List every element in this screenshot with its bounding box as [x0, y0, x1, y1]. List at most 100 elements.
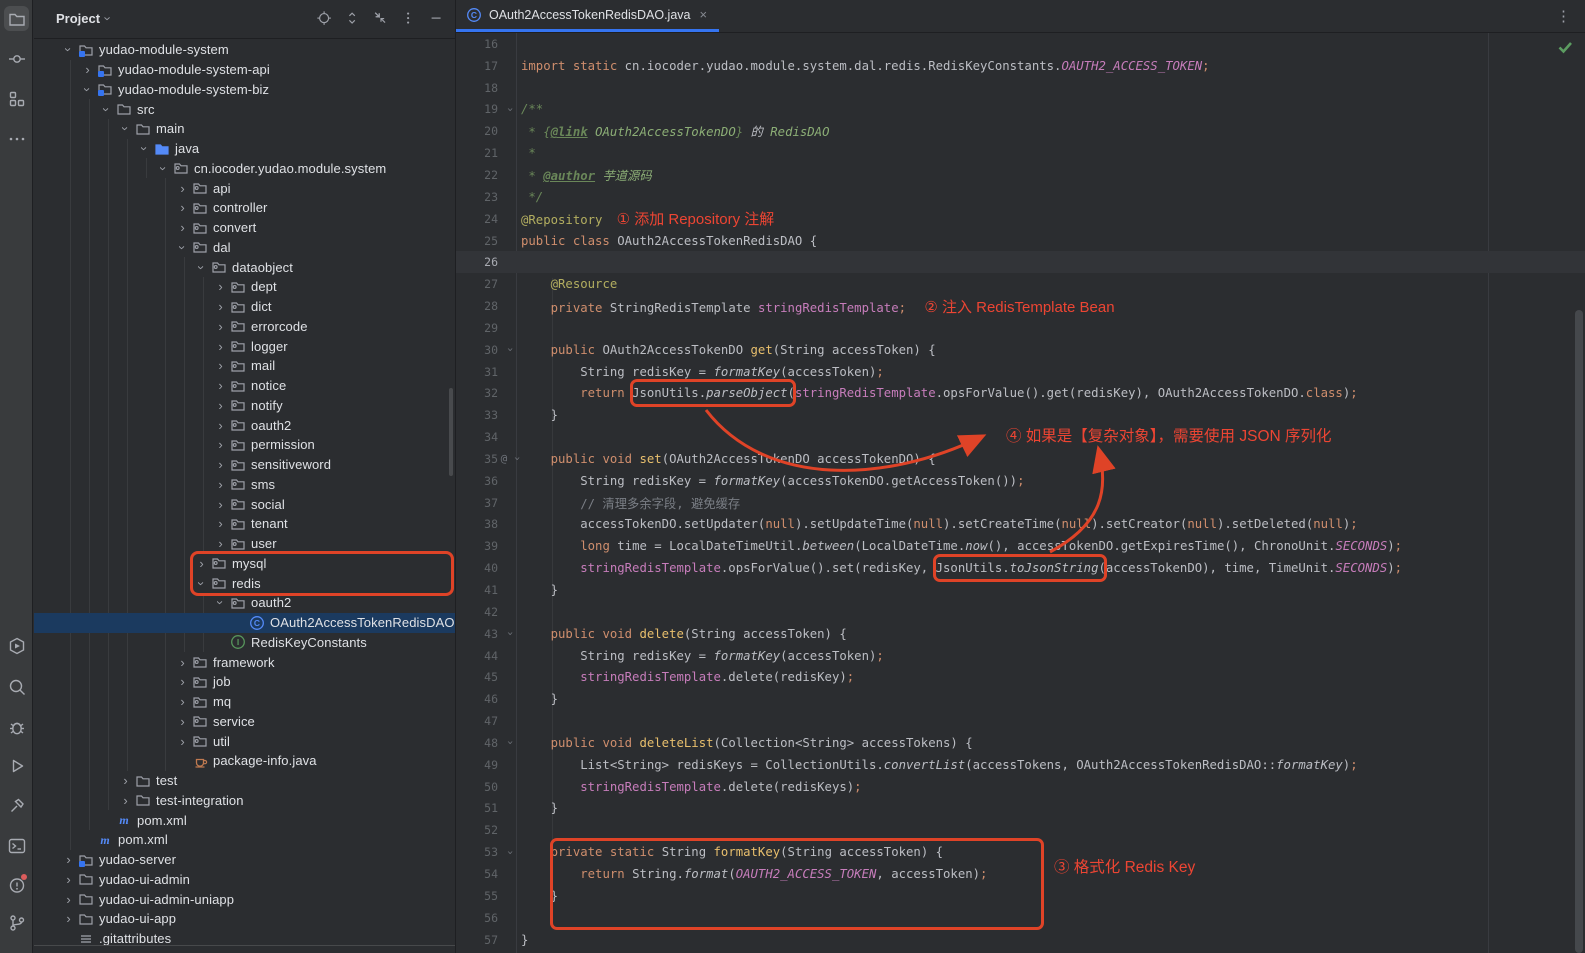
tree-chevron-icon[interactable]: › — [213, 594, 228, 611]
tree-item-yudao-module-system-biz[interactable]: ›yudao-module-system-biz — [34, 80, 455, 100]
tree-chevron-icon[interactable]: › — [117, 773, 134, 788]
code-line-53[interactable]: 53› private static String formatKey(Stri… — [456, 841, 1585, 863]
code-line-29[interactable]: 29 — [456, 317, 1585, 339]
tree-item-oauth2accesstokenredisdao[interactable]: COAuth2AccessTokenRedisDAO — [34, 613, 455, 633]
code-line-39[interactable]: 39 long time = LocalDateTimeUtil.between… — [456, 535, 1585, 557]
tree-item-util[interactable]: ›util — [34, 731, 455, 751]
tree-item-yudao-server[interactable]: ›yudao-server — [34, 850, 455, 870]
project-icon[interactable] — [4, 6, 29, 31]
tree-chevron-icon[interactable]: › — [212, 457, 229, 472]
tree-chevron-icon[interactable]: › — [212, 319, 229, 334]
tree-item-yudao-module-system[interactable]: ›yudao-module-system — [34, 40, 455, 60]
code-line-44[interactable]: 44 String redisKey = formatKey(accessTok… — [456, 645, 1585, 667]
tree-chevron-icon[interactable]: › — [194, 575, 209, 592]
tree-chevron-icon[interactable]: › — [175, 239, 190, 256]
tree-chevron-icon[interactable]: › — [174, 734, 191, 749]
tree-item-api[interactable]: ›api — [34, 178, 455, 198]
code-line-48[interactable]: 48› public void deleteList(Collection<St… — [456, 732, 1585, 754]
tree-item-main[interactable]: ›main — [34, 119, 455, 139]
code-line-46[interactable]: 46 } — [456, 688, 1585, 710]
tree-chevron-icon[interactable]: › — [212, 536, 229, 551]
code-line-52[interactable]: 52 — [456, 819, 1585, 841]
code-line-47[interactable]: 47 — [456, 710, 1585, 732]
tree-chevron-icon[interactable]: › — [60, 892, 77, 907]
tree-chevron-icon[interactable]: › — [212, 497, 229, 512]
tree-chevron-icon[interactable]: › — [212, 358, 229, 373]
code-line-21[interactable]: 21 * — [456, 142, 1585, 164]
inspections-ok-icon[interactable] — [1558, 41, 1573, 54]
tree-item-controller[interactable]: ›controller — [34, 198, 455, 218]
tree-item-cn-iocoder-yudao-module-system[interactable]: ›cn.iocoder.yudao.module.system — [34, 159, 455, 179]
tree-chevron-icon[interactable]: › — [212, 516, 229, 531]
code-line-16[interactable]: 16 — [456, 33, 1585, 55]
debug-icon[interactable] — [4, 714, 29, 739]
tree-item-sms[interactable]: ›sms — [34, 475, 455, 495]
code-line-42[interactable]: 42 — [456, 601, 1585, 623]
tree-chevron-icon[interactable]: › — [60, 852, 77, 867]
build-icon[interactable] — [4, 793, 29, 818]
tree-item-logger[interactable]: ›logger — [34, 336, 455, 356]
tree-item-permission[interactable]: ›permission — [34, 435, 455, 455]
fold-chevron-icon[interactable]: › — [504, 346, 517, 353]
tree-item-yudao-ui-admin[interactable]: ›yudao-ui-admin — [34, 870, 455, 890]
tree-item-rediskeyconstants[interactable]: IRedisKeyConstants — [34, 633, 455, 653]
tree-chevron-icon[interactable]: › — [193, 556, 210, 571]
tree-item-dataobject[interactable]: ›dataobject — [34, 257, 455, 277]
tree-chevron-icon[interactable]: › — [174, 220, 191, 235]
tree-chevron-icon[interactable]: › — [156, 160, 171, 177]
tree-item-notify[interactable]: ›notify — [34, 396, 455, 416]
tree-item-mq[interactable]: ›mq — [34, 692, 455, 712]
tree-chevron-icon[interactable]: › — [61, 41, 76, 58]
code-line-55[interactable]: 55 } — [456, 885, 1585, 907]
tree-chevron-icon[interactable]: › — [174, 694, 191, 709]
tree-chevron-icon[interactable]: › — [212, 418, 229, 433]
tree-chevron-icon[interactable]: › — [99, 101, 114, 118]
tree-item-errorcode[interactable]: ›errorcode — [34, 317, 455, 337]
tree-item-notice[interactable]: ›notice — [34, 376, 455, 396]
editor-tab[interactable]: C OAuth2AccessTokenRedisDAO.java × — [456, 0, 719, 32]
tree-item-yudao-ui-app[interactable]: ›yudao-ui-app — [34, 909, 455, 929]
tree-chevron-icon[interactable]: › — [212, 398, 229, 413]
tree-item-convert[interactable]: ›convert — [34, 218, 455, 238]
tree-item-yudao-module-system-api[interactable]: ›yudao-module-system-api — [34, 60, 455, 80]
tree-item-mail[interactable]: ›mail — [34, 356, 455, 376]
code-line-50[interactable]: 50 stringRedisTemplate.delete(redisKeys)… — [456, 776, 1585, 798]
code-line-25[interactable]: 25public class OAuth2AccessTokenRedisDAO… — [456, 230, 1585, 252]
tree-item-pom-xml[interactable]: mpom.xml — [34, 830, 455, 850]
code-line-31[interactable]: 31 String redisKey = formatKey(accessTok… — [456, 361, 1585, 383]
code-line-54[interactable]: 54 return String.format(OAUTH2_ACCESS_TO… — [456, 863, 1585, 885]
tree-chevron-icon[interactable]: › — [212, 279, 229, 294]
code-line-36[interactable]: 36 String redisKey = formatKey(accessTok… — [456, 470, 1585, 492]
panel-options-icon[interactable] — [399, 9, 419, 29]
services-icon[interactable] — [4, 633, 29, 658]
editor-options-icon[interactable]: ⋮ — [1556, 7, 1571, 25]
code-line-43[interactable]: 43› public void delete(String accessToke… — [456, 623, 1585, 645]
tree-item-user[interactable]: ›user — [34, 534, 455, 554]
git-icon[interactable] — [4, 910, 29, 935]
tree-item-test-integration[interactable]: ›test-integration — [34, 791, 455, 811]
code-line-28[interactable]: 28 private StringRedisTemplate stringRed… — [456, 295, 1585, 317]
tree-item-src[interactable]: ›src — [34, 99, 455, 119]
code-line-37[interactable]: 37 // 清理多余字段, 避免缓存 — [456, 492, 1585, 514]
tree-chevron-icon[interactable]: › — [212, 477, 229, 492]
tree-item-dept[interactable]: ›dept — [34, 277, 455, 297]
more-icon[interactable] — [4, 126, 29, 151]
search-icon[interactable] — [4, 674, 29, 699]
tree-chevron-icon[interactable]: › — [212, 299, 229, 314]
expand-icon[interactable] — [343, 9, 363, 29]
fold-chevron-icon[interactable]: › — [504, 630, 517, 637]
tree-item-yudao-ui-admin-uniapp[interactable]: ›yudao-ui-admin-uniapp — [34, 889, 455, 909]
code-line-35[interactable]: 35@ › public void set(OAuth2AccessTokenD… — [456, 448, 1585, 470]
code-line-27[interactable]: 27 @Resource — [456, 273, 1585, 295]
code-line-18[interactable]: 18 — [456, 77, 1585, 99]
collapse-all-icon[interactable] — [371, 9, 391, 29]
tree-item-dict[interactable]: ›dict — [34, 297, 455, 317]
tree-item-mysql[interactable]: ›mysql — [34, 554, 455, 574]
structure-icon[interactable] — [4, 86, 29, 111]
tree-item-pom-xml[interactable]: mpom.xml — [34, 810, 455, 830]
code-line-20[interactable]: 20 * {@link OAuth2AccessTokenDO} 的 Redis… — [456, 120, 1585, 142]
fold-chevron-icon[interactable]: › — [504, 849, 517, 856]
tree-item-redis[interactable]: ›redis — [34, 573, 455, 593]
fold-chevron-icon[interactable]: › — [504, 740, 517, 747]
code-line-22[interactable]: 22 * @author 芋道源码 — [456, 164, 1585, 186]
